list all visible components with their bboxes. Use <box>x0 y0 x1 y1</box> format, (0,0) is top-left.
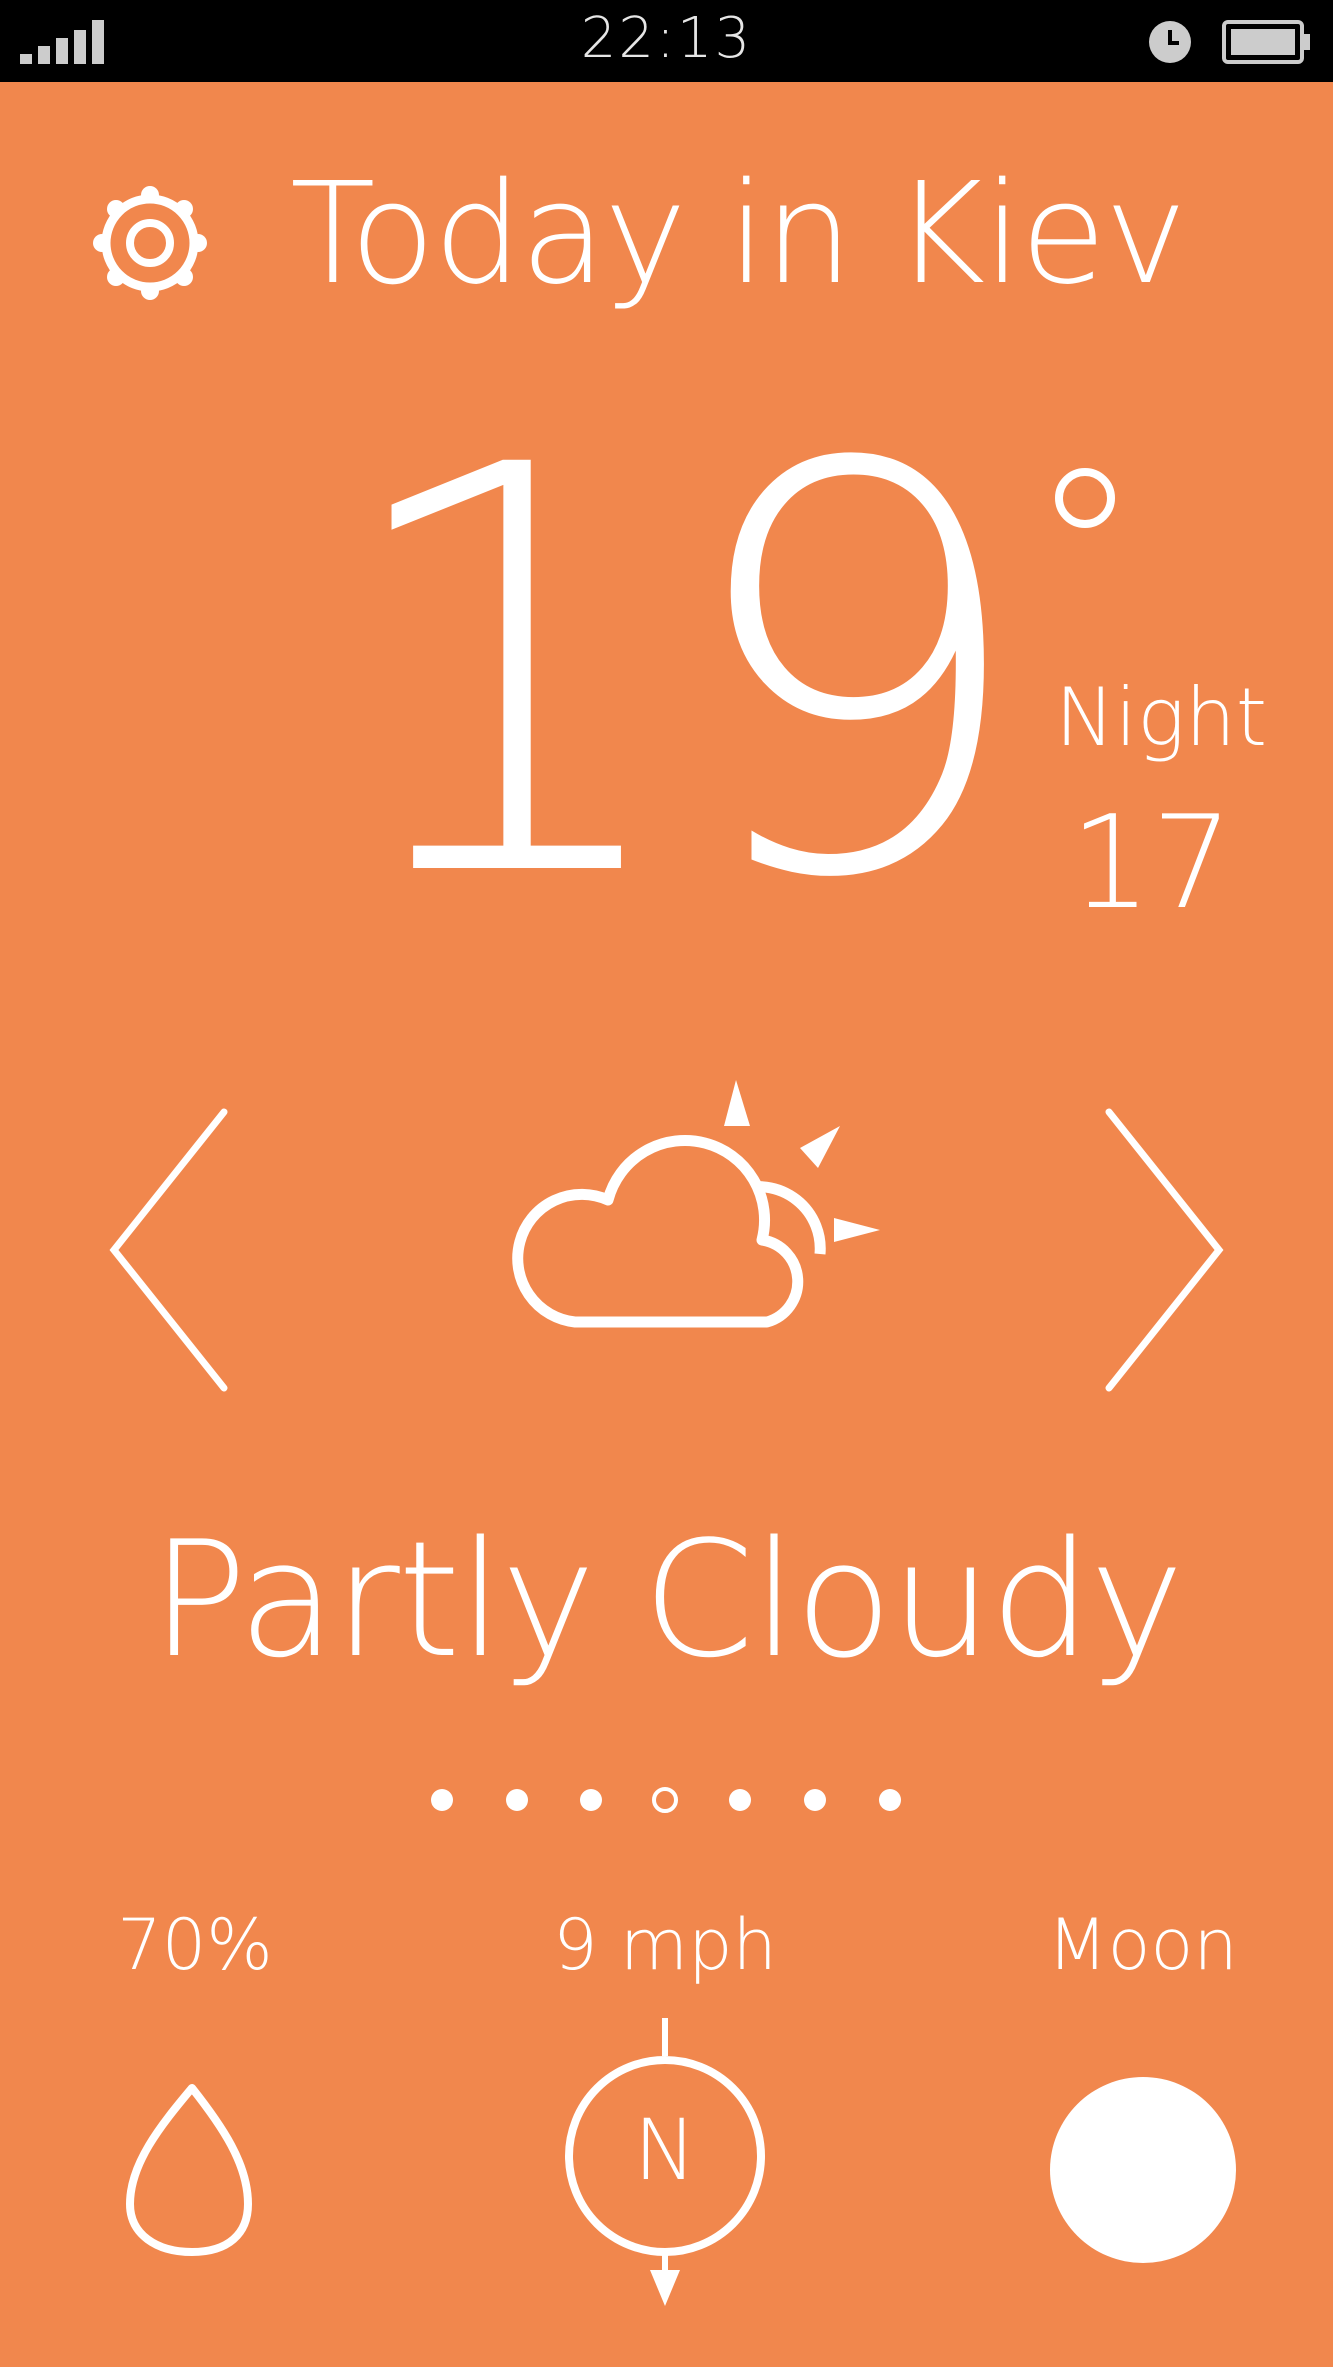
page-dot[interactable] <box>506 1789 528 1811</box>
wind-direction: N <box>633 2101 697 2199</box>
chevron-right-icon <box>1105 1108 1224 1392</box>
partly-cloudy-icon <box>512 1080 880 1328</box>
battery-icon <box>1222 20 1310 64</box>
chevron-left-icon <box>109 1108 228 1392</box>
previous-day-button[interactable] <box>100 1100 240 1400</box>
next-day-button[interactable] <box>1093 1100 1233 1400</box>
night-temperature: 17 <box>1070 789 1233 938</box>
moon-label: Moon <box>1047 1904 1238 1986</box>
night-label: Night <box>1055 671 1268 764</box>
current-temperature: 19 <box>330 349 1033 1001</box>
status-time: 22:13 <box>580 6 753 71</box>
water-drop-icon <box>126 2084 252 2256</box>
status-bar: 22:13 <box>0 0 1333 82</box>
page-dot[interactable] <box>729 1789 751 1811</box>
humidity-value: 70% <box>117 1904 273 1986</box>
degree-symbol <box>1055 468 1115 528</box>
page-dot[interactable] <box>431 1789 453 1811</box>
wind-speed-value: 9 mph <box>553 1904 777 1986</box>
alarm-clock-icon <box>1149 21 1191 63</box>
gear-icon[interactable] <box>90 183 210 303</box>
full-moon-icon <box>1050 2077 1236 2263</box>
weather-condition: Partly Cloudy <box>150 1506 1185 1693</box>
page-title: Today in Kiev <box>290 153 1187 316</box>
page-dot[interactable] <box>804 1789 826 1811</box>
page-dot[interactable] <box>879 1789 901 1811</box>
page-dot[interactable] <box>580 1789 602 1811</box>
page-dot-active[interactable] <box>652 1787 678 1813</box>
page-indicator <box>0 1785 1333 1815</box>
